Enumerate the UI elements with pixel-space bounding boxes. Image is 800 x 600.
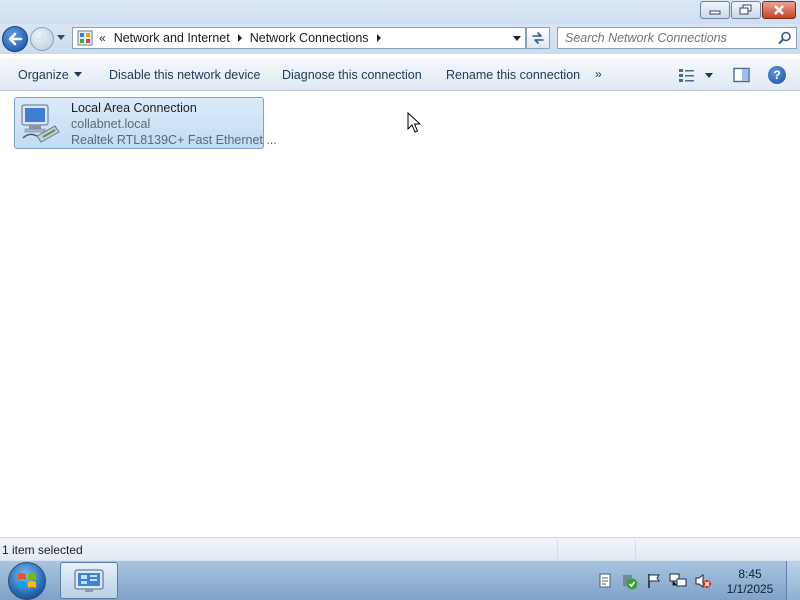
search-box[interactable] <box>557 27 797 49</box>
breadcrumb-separator-icon[interactable] <box>237 34 242 42</box>
minimize-icon <box>709 10 721 15</box>
control-panel-icon <box>77 30 93 46</box>
network-connection-icon <box>21 104 60 143</box>
speaker-muted-icon[interactable] <box>694 573 712 589</box>
system-clock[interactable]: 8:45 1/1/2025 <box>720 567 780 597</box>
change-view-button[interactable] <box>678 67 713 83</box>
status-bar: 1 item selected <box>0 537 800 560</box>
disable-device-button[interactable]: Disable this network device <box>109 68 260 82</box>
navigation-bar: « Network and Internet Network Connectio… <box>0 24 800 54</box>
clock-date: 1/1/2025 <box>726 582 774 596</box>
address-bar[interactable]: « Network and Internet Network Connectio… <box>72 27 526 49</box>
window-controls <box>699 1 796 19</box>
taskbar-network-connections-window[interactable] <box>60 562 118 599</box>
connection-domain: collabnet.local <box>71 117 151 131</box>
chevron-down-icon[interactable] <box>705 72 713 78</box>
diagnose-connection-button[interactable]: Diagnose this connection <box>282 68 422 82</box>
restore-button[interactable] <box>731 1 761 19</box>
close-button[interactable] <box>762 1 796 19</box>
refresh-icon <box>532 32 544 44</box>
breadcrumb-network-and-internet[interactable]: Network and Internet <box>114 31 230 45</box>
breadcrumb-network-connections[interactable]: Network Connections <box>250 31 369 45</box>
connection-name: Local Area Connection <box>71 101 197 115</box>
file-list-area[interactable]: Local Area Connection collabnet.local Re… <box>0 91 800 537</box>
details-view-icon <box>679 69 694 82</box>
organize-label: Organize <box>18 68 69 82</box>
help-icon: ? <box>773 68 781 82</box>
preview-pane-icon <box>733 67 750 83</box>
search-input[interactable] <box>565 31 775 45</box>
show-desktop-button[interactable] <box>786 561 800 600</box>
command-bar: Organize Disable this network device Dia… <box>0 58 800 91</box>
start-button[interactable] <box>8 562 46 600</box>
connection-item-local-area[interactable]: Local Area Connection collabnet.local Re… <box>14 97 277 149</box>
network-tray-icon[interactable] <box>669 573 687 589</box>
back-arrow-icon <box>8 32 23 46</box>
preview-pane-button[interactable] <box>733 67 751 86</box>
status-divider <box>557 540 558 559</box>
refresh-button[interactable] <box>526 27 550 49</box>
breadcrumb-separator-icon[interactable] <box>376 34 381 42</box>
forward-arrow-icon <box>35 33 48 45</box>
search-icon[interactable] <box>778 31 792 45</box>
windows-logo-icon <box>18 573 36 588</box>
taskbar: 8:45 1/1/2025 <box>0 560 800 600</box>
title-bar <box>0 0 800 24</box>
status-text: 1 item selected <box>2 543 83 557</box>
address-history-dropdown[interactable] <box>513 36 521 41</box>
action-center-flag-icon[interactable] <box>646 573 662 589</box>
minimize-button[interactable] <box>700 1 730 19</box>
recent-pages-dropdown[interactable] <box>57 35 65 40</box>
address-overflow-chevron[interactable]: « <box>99 31 106 45</box>
clock-time: 8:45 <box>738 567 762 581</box>
connection-adapter: Realtek RTL8139C+ Fast Ethernet ... <box>71 133 277 147</box>
forward-button[interactable] <box>30 27 54 51</box>
rename-connection-button[interactable]: Rename this connection <box>446 68 580 82</box>
document-tray-icon[interactable] <box>598 573 612 589</box>
more-commands-button[interactable]: » <box>595 67 602 81</box>
status-divider <box>635 540 636 559</box>
control-panel-icon <box>74 569 104 592</box>
back-button[interactable] <box>2 26 28 52</box>
help-button[interactable]: ? <box>768 66 786 84</box>
chevron-down-icon <box>73 72 82 77</box>
restore-icon <box>739 4 752 15</box>
organize-menu[interactable]: Organize <box>18 68 82 82</box>
close-icon <box>774 5 784 15</box>
mouse-cursor-icon <box>407 112 421 133</box>
security-shield-tray-icon[interactable] <box>621 573 639 591</box>
